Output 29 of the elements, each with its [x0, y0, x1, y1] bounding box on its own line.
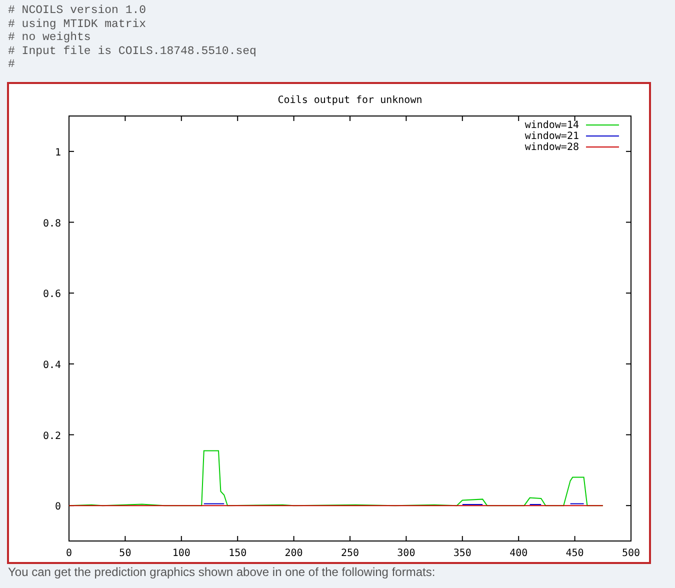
output-line: # NCOILS version 1.0 — [8, 4, 146, 18]
legend-label: window=21 — [524, 131, 579, 142]
x-tick-label: 100 — [172, 548, 190, 559]
y-tick-label: 0.8 — [42, 218, 61, 230]
y-tick-label: 0 — [54, 502, 61, 513]
x-tick-label: 50 — [119, 548, 132, 559]
legend-line — [586, 146, 620, 148]
x-tick-label: 450 — [566, 548, 584, 559]
chart-title: Coils output for unknown — [278, 95, 422, 106]
x-tick-label: 350 — [453, 548, 472, 559]
x-tick-label: 0 — [66, 548, 72, 559]
legend-label: window=14 — [524, 120, 579, 131]
legend-line — [586, 124, 620, 126]
output-line: # — [8, 58, 15, 72]
output-line: # using MTIDK matrix — [8, 18, 146, 31]
x-tick-label: 300 — [397, 548, 416, 559]
x-tick-label: 400 — [510, 548, 528, 559]
y-tick-label: 0.4 — [42, 360, 61, 371]
x-tick-label: 250 — [340, 548, 360, 559]
x-tick-label: 150 — [228, 548, 247, 559]
x-tick-label: 500 — [622, 548, 640, 559]
y-tick-label: 0.6 — [42, 289, 61, 300]
caption-text: You can get the prediction graphics shown above in one of the following formats: — [8, 565, 436, 579]
y-tick-label: 0.2 — [42, 430, 61, 442]
output-line: # no weights — [8, 31, 91, 44]
output-line: # Input file is COILS.18748.5510.seq — [8, 44, 256, 58]
y-tick-label: 1 — [54, 147, 61, 158]
x-tick-label: 200 — [284, 548, 303, 559]
legend-label: window=28 — [524, 142, 579, 153]
